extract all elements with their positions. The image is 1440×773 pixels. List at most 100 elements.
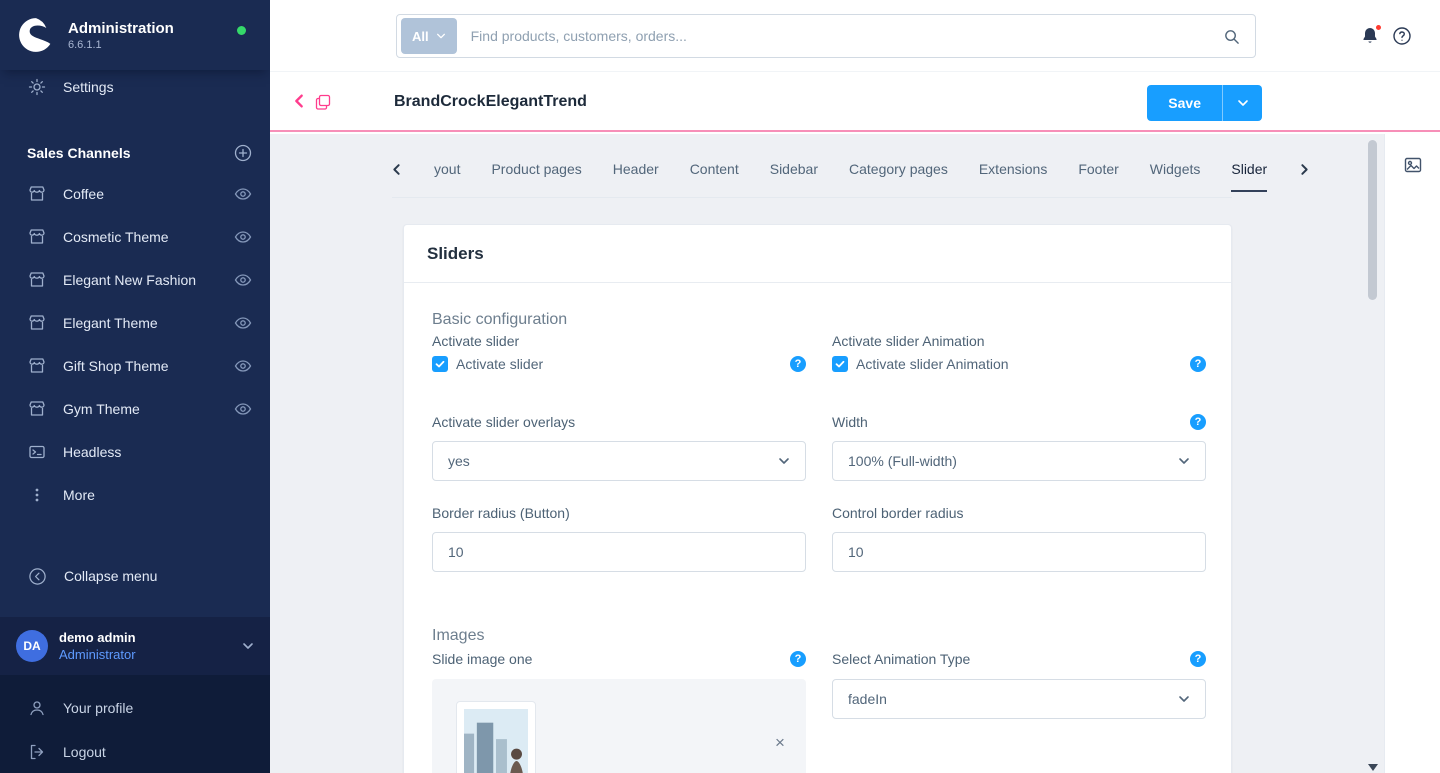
- border-radius-input[interactable]: [432, 532, 806, 572]
- chevron-left-icon: [291, 93, 307, 109]
- sidebar-item-elegant-new-fashion[interactable]: Elegant New Fashion: [0, 259, 270, 301]
- vertical-scrollbar[interactable]: [1368, 136, 1377, 771]
- control-radius-input[interactable]: [832, 532, 1206, 572]
- eye-icon[interactable]: [234, 357, 252, 375]
- sidebar-item-gift-shop-theme[interactable]: Gift Shop Theme: [0, 345, 270, 387]
- sidebar-item-gym-theme[interactable]: Gym Theme: [0, 388, 270, 430]
- tabs-scroll-right-icon[interactable]: [1298, 163, 1311, 176]
- sidebar-item-elegant-theme[interactable]: Elegant Theme: [0, 302, 270, 344]
- help-tooltip-icon[interactable]: ?: [790, 356, 806, 372]
- scrollbar-thumb[interactable]: [1368, 140, 1377, 300]
- image-icon: [1403, 155, 1423, 175]
- question-circle-icon: [1392, 26, 1412, 46]
- select-value: 100% (Full-width): [848, 453, 957, 469]
- tabs-divider: [392, 197, 1232, 198]
- scroll-down-arrow[interactable]: [1368, 764, 1378, 771]
- field-label: Activate slider: [432, 333, 519, 349]
- your-profile-link[interactable]: Your profile: [0, 687, 270, 729]
- help-button[interactable]: [1392, 26, 1412, 46]
- eye-icon[interactable]: [234, 314, 252, 332]
- save-options-caret[interactable]: [1222, 85, 1262, 121]
- form-column-left: Activate slider Activate slider ? Activa…: [432, 283, 806, 773]
- help-tooltip-icon[interactable]: ?: [1190, 651, 1206, 667]
- search-filter-dropdown[interactable]: All: [401, 18, 457, 54]
- headless-api-icon: [28, 443, 46, 461]
- width-label-row: Width ?: [832, 414, 1206, 430]
- help-tooltip-icon[interactable]: ?: [1190, 414, 1206, 430]
- sidebar-item-headless[interactable]: Headless: [0, 431, 270, 473]
- card-title: Sliders: [427, 244, 484, 264]
- chevron-down-icon: [242, 640, 254, 652]
- notification-bell-button[interactable]: [1360, 26, 1380, 46]
- slide-image-label-row: Slide image one ?: [432, 651, 806, 667]
- save-button[interactable]: Save: [1147, 85, 1222, 121]
- field-label: Activate slider overlays: [432, 414, 575, 430]
- checkbox-label: Activate slider Animation: [856, 356, 1009, 372]
- app-title-block: Administration 6.6.1.1: [68, 20, 174, 51]
- shopware-logo-icon: [16, 15, 56, 55]
- tab-footer[interactable]: Footer: [1078, 161, 1118, 190]
- slide-image-dropzone[interactable]: ×: [432, 679, 806, 773]
- logout-link[interactable]: Logout: [0, 731, 270, 773]
- search-filter-label: All: [412, 29, 429, 44]
- field-label: Control border radius: [832, 505, 964, 521]
- slide-image-preview: [464, 709, 528, 773]
- width-select[interactable]: 100% (Full-width): [832, 441, 1206, 481]
- open-media-sidebar-button[interactable]: [1403, 155, 1423, 175]
- user-menu[interactable]: DA demo admin Administrator: [0, 617, 270, 675]
- eye-icon[interactable]: [234, 400, 252, 418]
- chevron-down-icon: [1178, 693, 1190, 705]
- tab-slider[interactable]: Slider: [1231, 161, 1267, 192]
- sidebar-item-more[interactable]: More: [0, 474, 270, 516]
- tabs-scroll-left-icon[interactable]: [390, 163, 403, 176]
- check-icon: [835, 359, 845, 369]
- content-area: yout Product pages Header Content Sideba…: [270, 134, 1440, 773]
- tab-layout-clipped[interactable]: yout: [434, 161, 460, 190]
- notification-dot: [1375, 24, 1382, 31]
- card-body: Basic configuration Activate slider Acti…: [404, 283, 1231, 773]
- field-label: Activate slider Animation: [832, 333, 985, 349]
- eye-icon[interactable]: [234, 185, 252, 203]
- sidebar-item-settings[interactable]: Settings: [0, 66, 270, 108]
- channel-label: Headless: [63, 444, 252, 460]
- page-title: BrandCrockElegantTrend: [394, 93, 587, 111]
- activate-slider-label-row: Activate slider: [432, 333, 806, 349]
- tab-category-pages[interactable]: Category pages: [849, 161, 948, 190]
- overlays-select[interactable]: yes: [432, 441, 806, 481]
- tab-widgets[interactable]: Widgets: [1150, 161, 1201, 190]
- select-value: yes: [448, 453, 470, 469]
- animation-type-select[interactable]: fadeIn: [832, 679, 1206, 719]
- add-sales-channel-icon[interactable]: [234, 144, 252, 162]
- help-tooltip-icon[interactable]: ?: [790, 651, 806, 667]
- sidebar-item-coffee[interactable]: Coffee: [0, 173, 270, 215]
- slide-image-thumbnail[interactable]: [456, 701, 536, 773]
- tab-header[interactable]: Header: [613, 161, 659, 190]
- activate-slider-checkbox-row: Activate slider ?: [432, 356, 806, 372]
- collapse-menu-button[interactable]: Collapse menu: [0, 555, 270, 597]
- chevron-down-icon: [436, 31, 446, 41]
- checkbox-label: Activate slider: [456, 356, 543, 372]
- help-tooltip-icon[interactable]: ?: [1190, 356, 1206, 372]
- activate-animation-checkbox[interactable]: [832, 356, 848, 372]
- remove-image-button[interactable]: ×: [770, 733, 790, 753]
- eye-icon[interactable]: [234, 228, 252, 246]
- tab-content[interactable]: Content: [690, 161, 739, 190]
- theme-tabs: yout Product pages Header Content Sideba…: [390, 161, 1311, 192]
- sliders-card: Sliders Basic configuration Activate sli…: [403, 224, 1232, 773]
- theme-module-icon[interactable]: [314, 93, 332, 111]
- tab-sidebar[interactable]: Sidebar: [770, 161, 818, 190]
- main-area: All BrandCrockElegantTrend Save: [270, 0, 1440, 773]
- activate-slider-checkbox[interactable]: [432, 356, 448, 372]
- back-button[interactable]: [291, 93, 307, 109]
- channel-label: Gym Theme: [63, 401, 217, 417]
- eye-icon[interactable]: [234, 271, 252, 289]
- animation-type-label-row: Select Animation Type ?: [832, 651, 1206, 667]
- tab-product-pages[interactable]: Product pages: [491, 161, 581, 190]
- border-radius-label-row: Border radius (Button): [432, 505, 806, 521]
- search-icon[interactable]: [1223, 28, 1240, 45]
- chevron-down-icon: [1237, 97, 1249, 109]
- search-input[interactable]: [457, 28, 1223, 44]
- tab-extensions[interactable]: Extensions: [979, 161, 1047, 190]
- topbar: All: [270, 0, 1440, 72]
- sidebar-item-cosmetic-theme[interactable]: Cosmetic Theme: [0, 216, 270, 258]
